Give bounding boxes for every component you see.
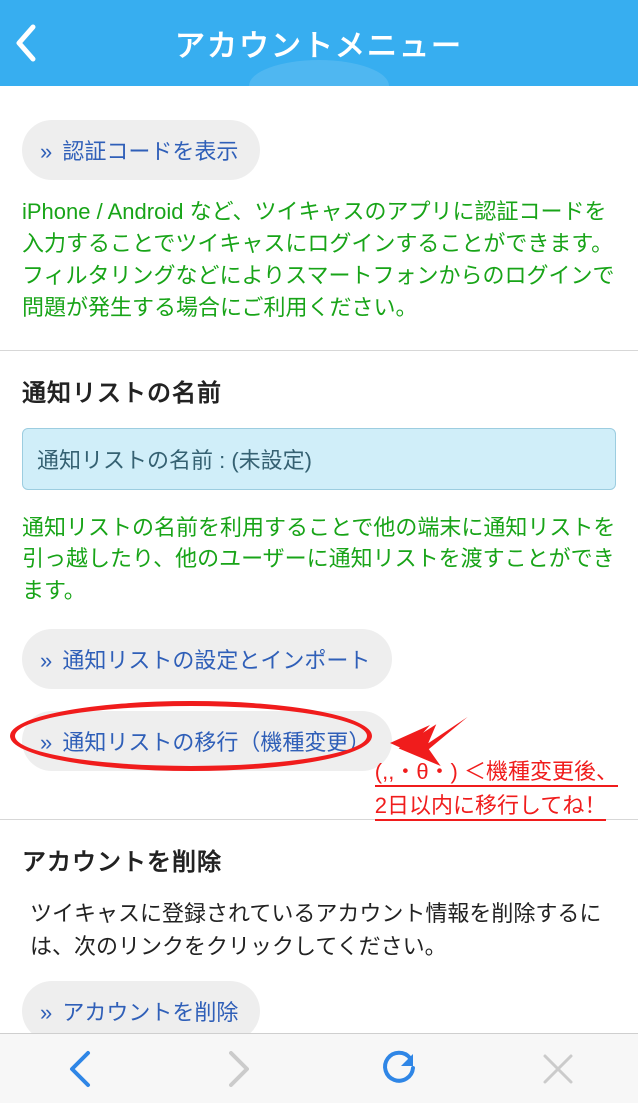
chevron-prefix: »: [40, 730, 52, 755]
button-label: 通知リストの移行（機種変更）: [62, 730, 370, 755]
notification-buttons: » 通知リストの設定とインポート » 通知リストの移行（機種変更）: [22, 629, 616, 793]
authcode-description: iPhone / Android など、ツイキャスのアプリに認証コードを入力する…: [22, 196, 616, 324]
toolbar-forward-button[interactable]: [160, 1034, 320, 1103]
chevron-right-icon: [226, 1049, 252, 1089]
close-icon: [541, 1052, 575, 1086]
toolbar-close-button[interactable]: [479, 1034, 638, 1103]
notification-name-box[interactable]: 通知リストの名前 : (未設定): [22, 428, 616, 490]
chevron-prefix: »: [40, 648, 52, 673]
delete-heading: アカウントを削除: [22, 842, 616, 877]
reload-icon: [380, 1050, 418, 1088]
notification-description: 通知リストの名前を利用することで他の端末に通知リストを引っ越したり、他のユーザー…: [22, 512, 616, 608]
browser-toolbar: [0, 1033, 638, 1103]
chevron-prefix: »: [40, 1000, 52, 1025]
toolbar-reload-button[interactable]: [319, 1034, 479, 1103]
chevron-left-icon: [14, 24, 36, 62]
toolbar-back-button[interactable]: [0, 1034, 160, 1103]
back-button[interactable]: [14, 24, 36, 67]
section-notification-list: 通知リストの名前 通知リストの名前 : (未設定) 通知リストの名前を利用するこ…: [0, 350, 638, 820]
button-label: アカウントを削除: [62, 1000, 238, 1025]
app-header: アカウントメニュー: [0, 0, 638, 86]
notification-migrate-button[interactable]: » 通知リストの移行（機種変更）: [22, 711, 392, 771]
show-authcode-button[interactable]: » 認証コードを表示: [22, 120, 260, 180]
button-label: 認証コードを表示: [62, 139, 238, 164]
annotation-arrow-icon: [390, 713, 470, 769]
chevron-left-icon: [67, 1049, 93, 1089]
button-label: 通知リストの設定とインポート: [62, 648, 370, 673]
section-delete-account: アカウントを削除 ツイキャスに登録されているアカウント情報を削除するには、次のリ…: [0, 819, 638, 1067]
chevron-prefix: »: [40, 139, 52, 164]
notification-settings-button[interactable]: » 通知リストの設定とインポート: [22, 629, 392, 689]
delete-description: ツイキャスに登録されているアカウント情報を削除するには、次のリンクをクリックして…: [22, 897, 616, 963]
notification-heading: 通知リストの名前: [22, 373, 616, 408]
page-title: アカウントメニュー: [0, 21, 638, 65]
page-content: » 認証コードを表示 iPhone / Android など、ツイキャスのアプリ…: [0, 86, 638, 1067]
section-authcode: » 認証コードを表示 iPhone / Android など、ツイキャスのアプリ…: [0, 86, 638, 350]
